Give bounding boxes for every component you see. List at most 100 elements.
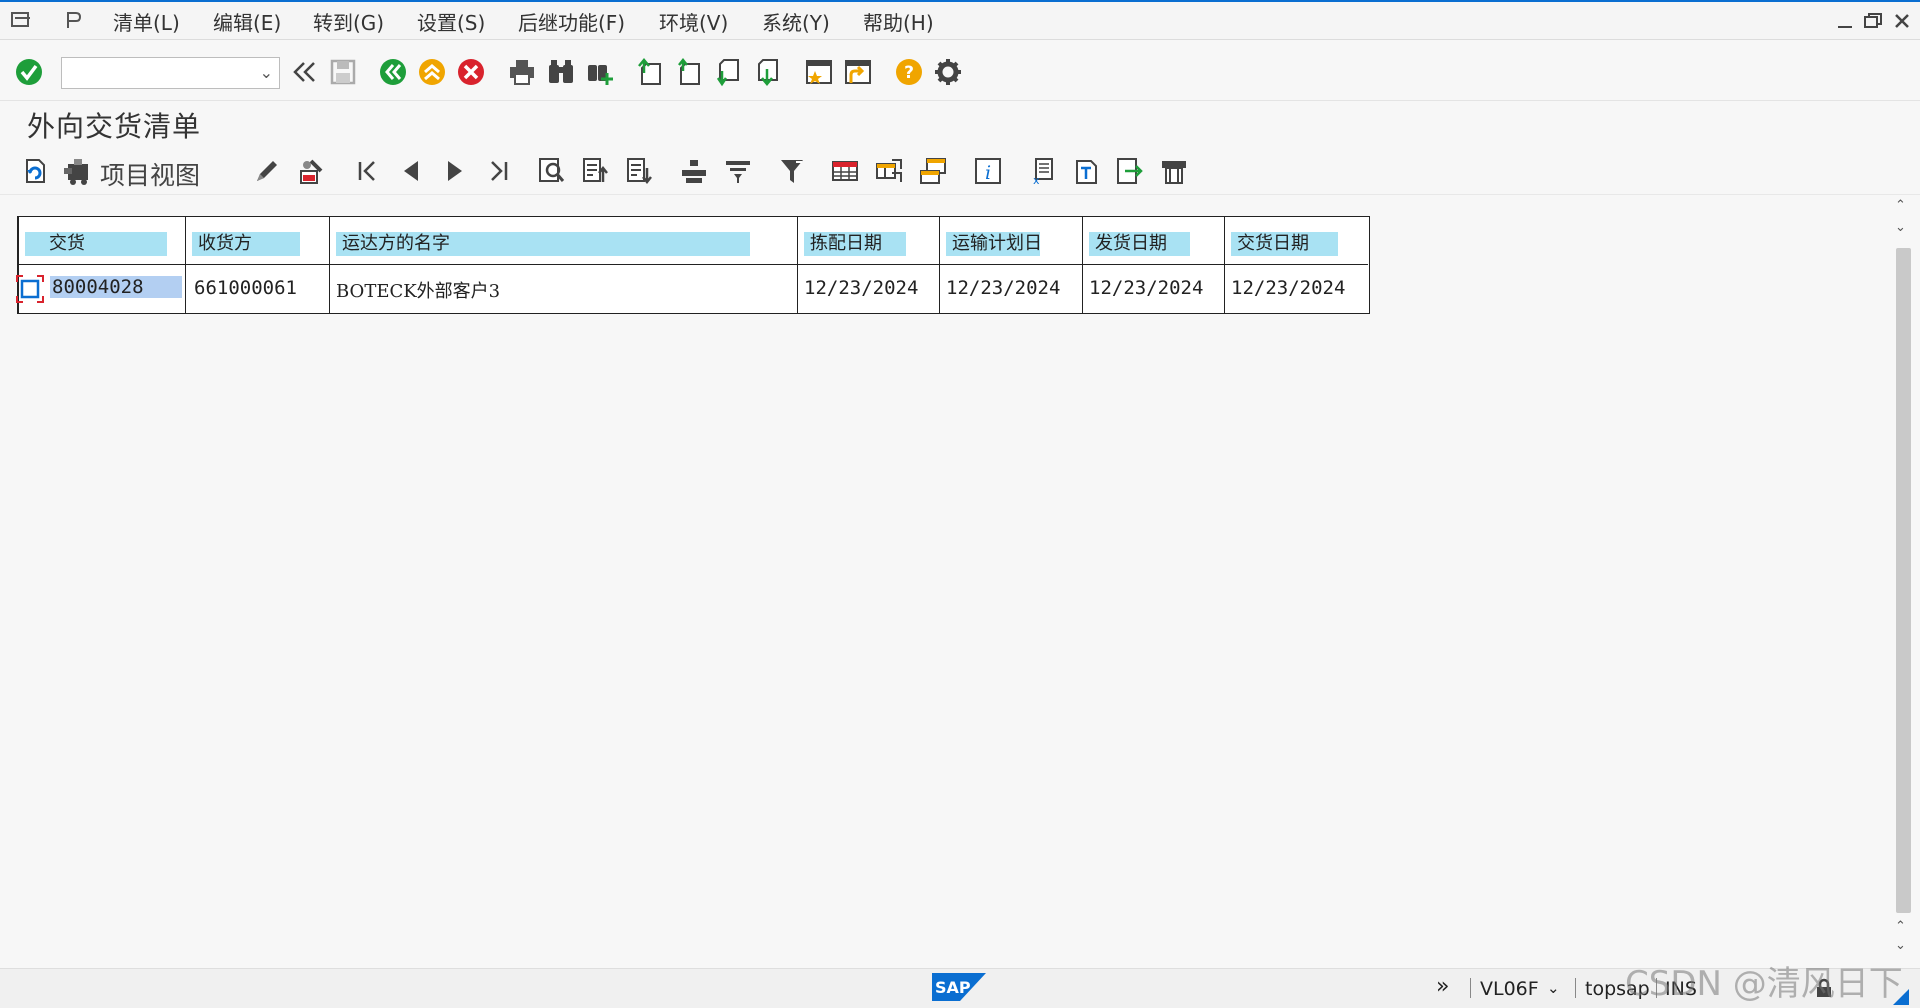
header-transport-planning-date[interactable]: 运输计划日 [946, 232, 1042, 256]
column-goods-issue-date: 发货日期 12/23/2024 [1082, 217, 1225, 313]
print-icon[interactable] [507, 57, 537, 87]
menu-system[interactable]: 系统(Y) [762, 7, 830, 36]
double-chevron-left-icon[interactable] [289, 57, 319, 87]
scroll-up-icon[interactable]: ⌃ [1895, 198, 1906, 213]
refresh-icon[interactable] [19, 156, 49, 186]
sort-ascending-icon[interactable] [581, 156, 611, 186]
scroll-down-icon[interactable]: ⌄ [1895, 220, 1906, 235]
watermark-text: CSDN @清风日下 [1625, 964, 1903, 1004]
first-page-icon[interactable] [636, 57, 666, 87]
menu-help[interactable]: 帮助(H) [863, 7, 934, 36]
item-view-button[interactable]: 项目视图 [62, 156, 252, 190]
choose-layout-icon[interactable] [874, 156, 904, 186]
cell-delivery-date[interactable]: 12/23/2024 [1231, 277, 1345, 299]
svg-text:i: i [985, 162, 991, 184]
system-menu-icon[interactable] [10, 10, 34, 30]
find-next-icon[interactable] [585, 57, 615, 87]
header-delivery[interactable]: 交货 [25, 232, 167, 256]
menu-edit[interactable]: 编辑(E) [213, 7, 281, 36]
application-toolbar: 项目视图 i x [0, 150, 1920, 195]
save-icon[interactable] [328, 57, 358, 87]
status-transaction-dropdown-icon[interactable]: ⌄ [1547, 979, 1560, 997]
svg-text:?: ? [904, 63, 914, 83]
previous-item-icon[interactable] [396, 156, 426, 186]
item-view-label: 项目视图 [100, 161, 201, 190]
set-filter-icon[interactable] [679, 156, 709, 186]
menu-environment[interactable]: 环境(V) [659, 7, 728, 36]
local-file-icon[interactable] [1115, 156, 1145, 186]
page-title: 外向交货清单 [27, 110, 202, 143]
column-ship-to-name: 运达方的名字 BOTECK外部客户3 [329, 217, 798, 313]
status-separator [1470, 978, 1471, 998]
delivery-list-table: 交货 80004028 收货方 661000061 运达方的名字 BOTECK外… [15, 216, 1370, 314]
sort-descending-icon[interactable] [625, 156, 655, 186]
filter-icon[interactable] [723, 156, 753, 186]
chevron-down-icon[interactable]: ⌄ [260, 63, 273, 82]
svg-text:SAP: SAP [935, 978, 971, 997]
header-ship-to[interactable]: 收货方 [192, 232, 300, 256]
customize-icon[interactable] [933, 57, 963, 87]
cell-transport-planning-date[interactable]: 12/23/2024 [946, 277, 1060, 299]
total-funnel-icon[interactable] [777, 156, 807, 186]
cell-goods-issue-date[interactable]: 12/23/2024 [1089, 277, 1203, 299]
restore-icon[interactable] [1863, 12, 1883, 30]
last-page-icon[interactable] [753, 57, 783, 87]
back-icon[interactable] [378, 57, 408, 87]
layout-grid-icon[interactable] [830, 156, 860, 186]
scroll-up-bottom-icon[interactable]: ⌃ [1895, 919, 1906, 934]
close-window-icon[interactable] [1893, 12, 1911, 30]
help-icon[interactable]: ? [894, 57, 924, 87]
word-processing-icon[interactable] [1071, 156, 1101, 186]
vertical-scrollbar[interactable]: ⌃ ⌄ ⌃ ⌄ [1893, 196, 1913, 964]
first-item-icon[interactable] [352, 156, 382, 186]
export-spreadsheet-icon[interactable]: x [1027, 156, 1057, 186]
menu-bar: 清单(L) 编辑(E) 转到(G) 设置(S) 后继功能(F) 环境(V) 系统… [0, 2, 1920, 40]
enter-icon[interactable] [14, 57, 44, 87]
print-preview-icon[interactable] [1159, 156, 1189, 186]
menu-list[interactable]: 清单(L) [113, 7, 180, 36]
item-view-icon [64, 159, 88, 185]
cell-ship-to[interactable]: 661000061 [194, 277, 297, 299]
find-icon[interactable] [546, 57, 576, 87]
last-item-icon[interactable] [484, 156, 514, 186]
column-ship-to: 收货方 661000061 [185, 217, 330, 313]
toggle-bar-icon[interactable] [62, 10, 86, 30]
sap-logo-icon: SAP [932, 973, 986, 1001]
information-icon[interactable]: i [973, 156, 1003, 186]
standard-toolbar: ⌄ ? [0, 41, 1920, 101]
status-transaction[interactable]: VL06F [1480, 978, 1539, 1000]
scrollbar-thumb[interactable] [1896, 248, 1911, 913]
menu-goto[interactable]: 转到(G) [313, 7, 384, 36]
header-goods-issue-date[interactable]: 发货日期 [1089, 232, 1190, 256]
change-pencil-icon[interactable] [252, 156, 282, 186]
shortcut-icon[interactable] [843, 57, 873, 87]
header-ship-to-name[interactable]: 运达方的名字 [336, 232, 750, 256]
cell-delivery-number[interactable]: 80004028 [50, 276, 182, 298]
minimize-icon[interactable] [1836, 14, 1854, 30]
create-session-icon[interactable] [804, 57, 834, 87]
status-expand-icon[interactable]: » [1436, 974, 1449, 999]
status-separator [1575, 978, 1576, 998]
column-transport-planning-date: 运输计划日 12/23/2024 [939, 217, 1083, 313]
column-delivery: 交货 80004028 [15, 217, 186, 313]
column-delivery-date: 交货日期 12/23/2024 [1224, 217, 1368, 313]
details-search-icon[interactable] [537, 156, 567, 186]
next-page-icon[interactable] [714, 57, 744, 87]
menu-follow-up[interactable]: 后继功能(F) [518, 7, 625, 36]
column-picking-date: 拣配日期 12/23/2024 [797, 217, 940, 313]
exit-icon[interactable] [417, 57, 447, 87]
command-field[interactable]: ⌄ [61, 57, 280, 89]
menu-settings[interactable]: 设置(S) [417, 7, 485, 36]
previous-page-icon[interactable] [675, 57, 705, 87]
row-select-checkbox[interactable] [15, 274, 45, 304]
header-picking-date[interactable]: 拣配日期 [804, 232, 906, 256]
display-change-icon[interactable] [297, 156, 327, 186]
svg-text:x: x [1033, 174, 1040, 186]
next-item-icon[interactable] [440, 156, 470, 186]
save-layout-icon[interactable] [918, 156, 948, 186]
cell-ship-to-name[interactable]: BOTECK外部客户3 [336, 277, 500, 303]
cell-picking-date[interactable]: 12/23/2024 [804, 277, 918, 299]
cancel-icon[interactable] [456, 57, 486, 87]
scroll-down-bottom-icon[interactable]: ⌄ [1895, 938, 1906, 953]
header-delivery-date[interactable]: 交货日期 [1231, 232, 1338, 256]
